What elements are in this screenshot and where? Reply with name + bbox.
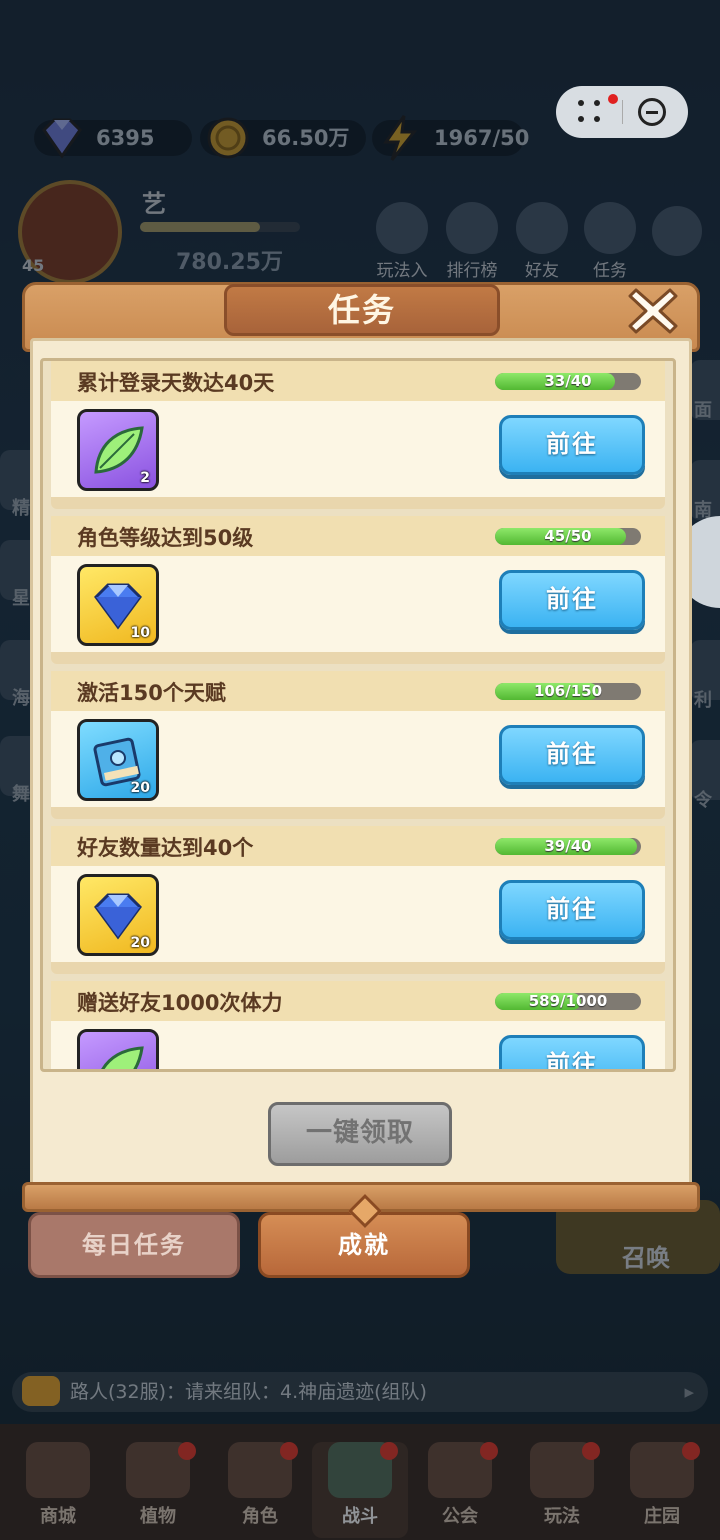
go-button[interactable]: 前往 [499, 880, 645, 940]
shop-icon [26, 1442, 90, 1498]
nav-guild[interactable]: 公会 [412, 1442, 508, 1528]
go-button[interactable]: 前往 [499, 725, 645, 785]
nav-gameplay[interactable]: 玩法 [514, 1442, 610, 1528]
exp-bar [140, 222, 300, 232]
task-progress-bar: 45/50 [495, 528, 641, 545]
diamond-value: 6395 [96, 126, 155, 150]
chat-bubble-icon [22, 1376, 60, 1406]
task-progress-bar: 33/40 [495, 373, 641, 390]
task-row: 赠送好友1000次体力 589/1000 前往 [51, 981, 665, 1069]
alert-dot [480, 1442, 498, 1460]
task-name: 赠送好友1000次体力 [77, 991, 283, 1015]
notification-dot [608, 94, 618, 104]
close-icon [628, 288, 678, 334]
nav-battle[interactable]: 战斗 [312, 1442, 408, 1538]
task-row: 激活150个天赋 106/150 20 前往 [51, 671, 665, 821]
tab-daily-tasks[interactable]: 每日任务 [28, 1212, 240, 1278]
progress-text: 106/150 [533, 683, 603, 700]
reward-count: 20 [130, 935, 150, 951]
reward-count: 10 [130, 625, 150, 641]
leaderboard-button[interactable]: 排行榜 [444, 202, 500, 281]
friends-button[interactable]: 好友 [514, 202, 570, 281]
gold-value: 66.50万 [262, 126, 350, 150]
reward-item[interactable]: 10 [77, 564, 159, 646]
capsule-divider [622, 100, 623, 124]
chat-message: 路人(32服)：请来组队：4.神庙遗迹(组队) [70, 1381, 427, 1403]
alert-dot [178, 1442, 196, 1460]
reward-item[interactable]: 20 [77, 719, 159, 801]
gold-counter[interactable]: 66.50万 [200, 117, 366, 159]
mini-program-capsule [556, 86, 688, 138]
row-divider [51, 497, 665, 509]
go-button[interactable]: 前往 [499, 570, 645, 630]
tab-achievements-label: 成就 [338, 1231, 390, 1259]
energy-counter[interactable]: 1967/50 [372, 115, 529, 161]
task-name: 激活150个天赋 [77, 681, 226, 705]
task-row: 好友数量达到40个 39/40 20 前往 [51, 826, 665, 976]
close-button[interactable] [624, 282, 682, 340]
panel-title: 任务 [224, 284, 500, 336]
reward-item[interactable]: 2 [77, 409, 159, 491]
ranking-icon [446, 202, 498, 254]
task-progress-bar: 589/1000 [495, 993, 641, 1010]
energy-value: 1967/50 [434, 126, 530, 150]
player-name: 艺 [142, 190, 166, 218]
row-divider [51, 807, 665, 819]
reward-count: 20 [130, 780, 150, 796]
nav-character[interactable]: 角色 [212, 1442, 308, 1528]
progress-text: 45/50 [544, 528, 592, 545]
claim-all-button[interactable]: 一键领取 [268, 1102, 452, 1166]
reward-item[interactable] [77, 1029, 159, 1069]
task-progress-bar: 106/150 [495, 683, 641, 700]
tab-achievements[interactable]: 成就 [258, 1194, 470, 1278]
alert-dot [280, 1442, 298, 1460]
go-button[interactable]: 前往 [499, 1035, 645, 1069]
minimize-icon[interactable] [638, 98, 666, 126]
gamepad-icon [376, 202, 428, 254]
task-name: 角色等级达到50级 [77, 526, 254, 550]
task-row: 角色等级达到50级 45/50 10 前往 [51, 516, 665, 666]
task-list-icon [584, 202, 636, 254]
task-name: 累计登录天数达40天 [77, 371, 275, 395]
alert-dot [380, 1442, 398, 1460]
gold-coin-icon [202, 112, 254, 164]
diamond-icon [36, 112, 88, 164]
nav-manor[interactable]: 庄园 [614, 1442, 710, 1528]
task-panel: 任务 累计登录天数达40天 33/40 2 前往 角色等级达到50级 45/50 [22, 272, 700, 1212]
energy-bolt-icon [374, 112, 426, 164]
progress-text: 33/40 [544, 373, 592, 390]
friend-icon [516, 202, 568, 254]
task-row: 累计登录天数达40天 33/40 2 前往 [51, 361, 665, 511]
nav-plant[interactable]: 植物 [110, 1442, 206, 1528]
world-chat-bar[interactable]: 路人(32服)：请来组队：4.神庙遗迹(组队) ▸ [12, 1372, 708, 1412]
nav-shop[interactable]: 商城 [10, 1442, 106, 1528]
go-button[interactable]: 前往 [499, 415, 645, 475]
green-leaf-icon [101, 1046, 144, 1069]
reward-item[interactable]: 20 [77, 874, 159, 956]
task-progress-bar: 39/40 [495, 838, 641, 855]
settings-gear-icon[interactable] [652, 206, 702, 256]
chat-arrow-icon: ▸ [684, 1381, 694, 1403]
alert-dot [682, 1442, 700, 1460]
bottom-navigation: 商城 植物 角色 战斗 公会 玩法 庄园 [0, 1424, 720, 1540]
reward-count: 2 [140, 470, 150, 486]
task-list[interactable]: 累计登录天数达40天 33/40 2 前往 角色等级达到50级 45/50 10… [40, 358, 676, 1072]
diamond-counter[interactable]: 6395 [34, 118, 192, 159]
progress-text: 39/40 [544, 838, 592, 855]
more-menu-icon[interactable] [578, 100, 604, 124]
row-divider [51, 962, 665, 974]
row-divider [51, 652, 665, 664]
task-name: 好友数量达到40个 [77, 836, 254, 860]
tasks-button[interactable]: 任务 [582, 202, 638, 281]
green-leaf-icon [94, 426, 144, 474]
progress-text: 589/1000 [528, 993, 608, 1010]
alert-dot [582, 1442, 600, 1460]
